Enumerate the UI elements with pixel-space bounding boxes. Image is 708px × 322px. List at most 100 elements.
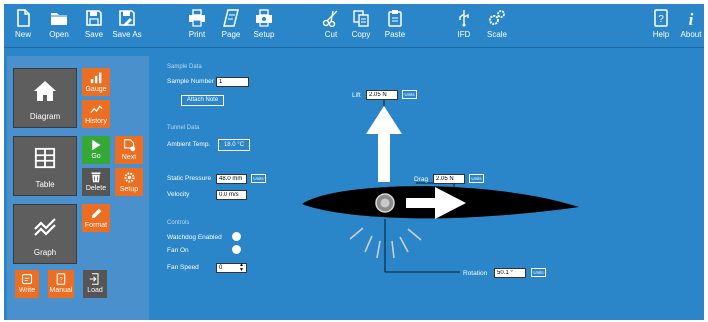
new-button[interactable]: New bbox=[12, 7, 34, 47]
ifd-button[interactable]: IFD bbox=[454, 7, 474, 47]
next-label: Next bbox=[121, 154, 137, 161]
lift-value-input[interactable] bbox=[366, 90, 398, 100]
sample-number-input[interactable] bbox=[216, 77, 249, 87]
history-tile[interactable]: History bbox=[82, 100, 110, 128]
table-label: Table bbox=[35, 180, 55, 189]
page-label: Page bbox=[221, 30, 241, 39]
static-pressure-units-button[interactable]: Units bbox=[251, 174, 266, 183]
drag-units-button[interactable]: Units bbox=[469, 174, 484, 183]
paste-label: Paste bbox=[384, 30, 406, 39]
manual-tile[interactable]: ? Manual bbox=[48, 270, 74, 298]
open-button[interactable]: Open bbox=[47, 7, 71, 47]
rotation-indicator-rays bbox=[349, 227, 422, 259]
setup-label: Setup bbox=[119, 186, 139, 193]
setup-tile[interactable]: Setup bbox=[115, 168, 143, 196]
print-label: Print bbox=[188, 30, 206, 39]
new-file-icon bbox=[17, 9, 30, 27]
write-note-icon bbox=[21, 273, 33, 285]
fan-speed-stepper[interactable]: 0 ▲ ▼ bbox=[216, 263, 247, 273]
lift-arrow-shaft bbox=[378, 132, 390, 182]
watchdog-label: Watchdog Enabled bbox=[167, 234, 222, 241]
open-label: Open bbox=[49, 30, 69, 39]
save-as-icon bbox=[119, 10, 135, 26]
svg-text:?: ? bbox=[59, 277, 63, 283]
svg-text:i: i bbox=[689, 10, 694, 27]
stepper-arrows-icon: ▲ ▼ bbox=[239, 262, 244, 273]
ambient-temp-value[interactable]: 18.0 °C bbox=[218, 139, 250, 151]
setup-print-label: Setup bbox=[253, 30, 275, 39]
gauge-tile[interactable]: Gauge bbox=[82, 68, 110, 96]
printer-icon bbox=[189, 9, 205, 27]
lift-units-button[interactable]: Units bbox=[402, 90, 417, 99]
lift-arrow-head bbox=[366, 106, 402, 134]
save-button[interactable]: Save bbox=[83, 7, 105, 47]
history-label: History bbox=[85, 118, 107, 125]
velocity-input[interactable] bbox=[216, 190, 247, 200]
format-label: Format bbox=[84, 222, 108, 229]
next-doc-icon bbox=[123, 139, 135, 152]
next-tile[interactable]: Next bbox=[115, 136, 143, 164]
diagram-label: Diagram bbox=[29, 112, 61, 121]
copy-label: Copy bbox=[351, 30, 371, 39]
drag-value-input[interactable] bbox=[433, 174, 465, 184]
lift-label: Lift bbox=[352, 92, 361, 99]
controls-heading: Controls bbox=[167, 220, 190, 226]
trash-icon bbox=[91, 172, 101, 183]
fan-on-toggle[interactable] bbox=[232, 245, 241, 254]
attach-note-button[interactable]: Attach Note bbox=[181, 95, 224, 106]
bar-chart-icon bbox=[90, 72, 101, 84]
gears-icon bbox=[489, 10, 505, 25]
help-button[interactable]: ? Help bbox=[651, 7, 671, 47]
cut-button[interactable]: Cut bbox=[321, 7, 341, 47]
go-tile[interactable]: Go bbox=[82, 136, 110, 164]
app-window: New Open Save Save As Print Page Setup C… bbox=[4, 4, 704, 320]
setup-print-button[interactable]: Setup bbox=[252, 7, 276, 47]
toolbar: New Open Save Save As Print Page Setup C… bbox=[4, 4, 704, 48]
about-button[interactable]: i About bbox=[680, 7, 702, 47]
graph-tile[interactable]: Graph bbox=[13, 204, 77, 264]
svg-text:?: ? bbox=[658, 14, 664, 25]
delete-tile[interactable]: Delete bbox=[82, 168, 110, 196]
copy-icon bbox=[353, 10, 369, 27]
new-label: New bbox=[14, 30, 31, 39]
fan-speed-value: 0 bbox=[219, 265, 223, 271]
line-graph-icon bbox=[34, 218, 56, 236]
diagram-tile[interactable]: Diagram bbox=[13, 68, 77, 128]
write-tile[interactable]: Write bbox=[15, 270, 39, 298]
table-tile[interactable]: Table bbox=[13, 136, 77, 196]
sample-number-label: Sample Number bbox=[167, 78, 214, 85]
page-button[interactable]: Page bbox=[220, 7, 242, 47]
gauge-label: Gauge bbox=[85, 86, 107, 93]
format-tile[interactable]: Format bbox=[82, 204, 110, 232]
load-label: Load bbox=[87, 287, 103, 294]
print-setup-icon bbox=[256, 9, 272, 27]
graph-label: Graph bbox=[33, 248, 57, 257]
paste-button[interactable]: Paste bbox=[383, 7, 407, 47]
save-as-button[interactable]: Save As bbox=[112, 7, 142, 47]
velocity-label: Velocity bbox=[167, 191, 190, 198]
print-button[interactable]: Print bbox=[186, 7, 208, 47]
delete-label: Delete bbox=[85, 185, 107, 192]
play-icon bbox=[92, 139, 101, 151]
scale-button[interactable]: Scale bbox=[486, 7, 508, 47]
main-panel: Sample Data Sample Number Attach Note Tu… bbox=[154, 56, 704, 320]
rotation-value-input[interactable] bbox=[494, 268, 526, 278]
scissors-icon bbox=[322, 10, 338, 27]
cut-label: Cut bbox=[324, 30, 338, 39]
rotation-units-button[interactable]: Units bbox=[531, 268, 546, 277]
go-label: Go bbox=[91, 153, 101, 160]
help-label: Help bbox=[652, 30, 670, 39]
sample-data-heading: Sample Data bbox=[167, 64, 202, 70]
copy-button[interactable]: Copy bbox=[350, 7, 372, 47]
save-as-label: Save As bbox=[112, 30, 142, 39]
wind-tunnel-diagram bbox=[302, 96, 579, 273]
drag-label: Drag bbox=[414, 176, 429, 183]
trend-line-icon bbox=[89, 105, 103, 114]
open-folder-icon bbox=[51, 13, 67, 25]
watchdog-toggle[interactable] bbox=[232, 232, 241, 241]
manual-book-icon: ? bbox=[56, 273, 66, 285]
scale-label: Scale bbox=[486, 30, 507, 39]
static-pressure-input[interactable] bbox=[216, 174, 247, 184]
load-tile[interactable]: Load bbox=[83, 270, 107, 298]
save-label: Save bbox=[84, 30, 104, 39]
